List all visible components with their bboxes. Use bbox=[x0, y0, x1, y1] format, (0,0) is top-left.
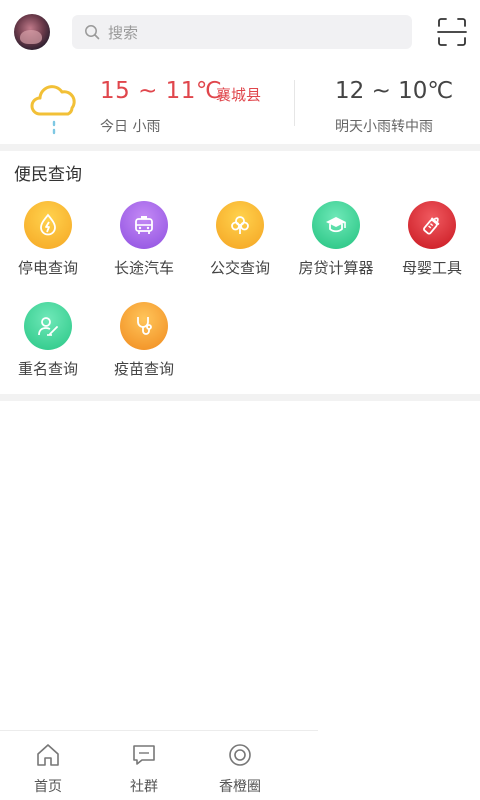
today-temperature: 15 ~ 11℃ bbox=[100, 78, 223, 104]
service-duplicate-name[interactable]: 重名查询 bbox=[0, 302, 96, 392]
bus-icon bbox=[120, 201, 168, 249]
section-divider bbox=[0, 144, 480, 151]
search-bar[interactable]: 搜索 bbox=[72, 15, 412, 49]
app-screen: 搜索 15 ~ 11℃ 襄城县 今日 小雨 12 ~ 10℃ 明天小雨转中雨 便… bbox=[0, 0, 480, 800]
section-divider bbox=[0, 394, 480, 401]
service-power-outage[interactable]: 停电查询 bbox=[0, 201, 96, 291]
weather-divider bbox=[294, 80, 295, 126]
service-mortgage-calculator[interactable]: 房贷计算器 bbox=[288, 201, 384, 291]
nav-label: 首页 bbox=[34, 779, 62, 795]
today-weather: 今日 小雨 bbox=[100, 119, 161, 135]
tomorrow-temperature: 12 ~ 10℃ bbox=[335, 78, 454, 104]
service-vaccine[interactable]: 疫苗查询 bbox=[96, 302, 192, 392]
city-name[interactable]: 襄城县 bbox=[216, 84, 261, 105]
top-bar: 搜索 bbox=[0, 0, 480, 64]
service-long-distance-bus[interactable]: 长途汽车 bbox=[96, 201, 192, 291]
service-label: 重名查询 bbox=[17, 360, 78, 378]
service-label: 房贷计算器 bbox=[298, 259, 374, 277]
service-label: 停电查询 bbox=[17, 259, 78, 277]
graduation-cap-icon bbox=[312, 201, 360, 249]
services-title: 便民查询 bbox=[14, 165, 82, 185]
nav-circle[interactable]: 香橙圈 bbox=[210, 738, 270, 798]
service-label: 长途汽车 bbox=[113, 259, 174, 277]
service-mother-baby[interactable]: 母婴工具 bbox=[384, 201, 480, 291]
baby-bottle-icon bbox=[408, 201, 456, 249]
nav-community[interactable]: 社群 bbox=[114, 738, 174, 798]
avatar[interactable] bbox=[14, 14, 50, 50]
nav-label: 香橙圈 bbox=[219, 779, 261, 795]
search-placeholder: 搜索 bbox=[108, 23, 139, 42]
chat-icon bbox=[133, 745, 155, 765]
person-edit-icon bbox=[24, 302, 72, 350]
nav-home[interactable]: 首页 bbox=[18, 738, 78, 798]
service-bus-query[interactable]: 公交查询 bbox=[192, 201, 288, 291]
nav-label: 社群 bbox=[130, 779, 158, 795]
tomorrow-weather: 明天小雨转中雨 bbox=[335, 119, 433, 135]
tree-icon bbox=[216, 201, 264, 249]
bottom-navigation: 首页 社群 香橙圈 bbox=[0, 730, 480, 800]
nav-divider bbox=[0, 730, 318, 731]
service-label: 公交查询 bbox=[209, 259, 270, 277]
service-label: 疫苗查询 bbox=[113, 360, 174, 378]
weather-card[interactable]: 15 ~ 11℃ 襄城县 今日 小雨 12 ~ 10℃ 明天小雨转中雨 bbox=[0, 64, 480, 144]
service-label: 母婴工具 bbox=[401, 259, 462, 277]
rain-cloud-icon bbox=[30, 85, 76, 135]
circle-icon bbox=[229, 744, 251, 766]
search-icon bbox=[85, 25, 100, 40]
power-drop-icon bbox=[24, 201, 72, 249]
scan-icon[interactable] bbox=[437, 17, 467, 47]
home-icon bbox=[37, 744, 59, 766]
stethoscope-icon bbox=[120, 302, 168, 350]
